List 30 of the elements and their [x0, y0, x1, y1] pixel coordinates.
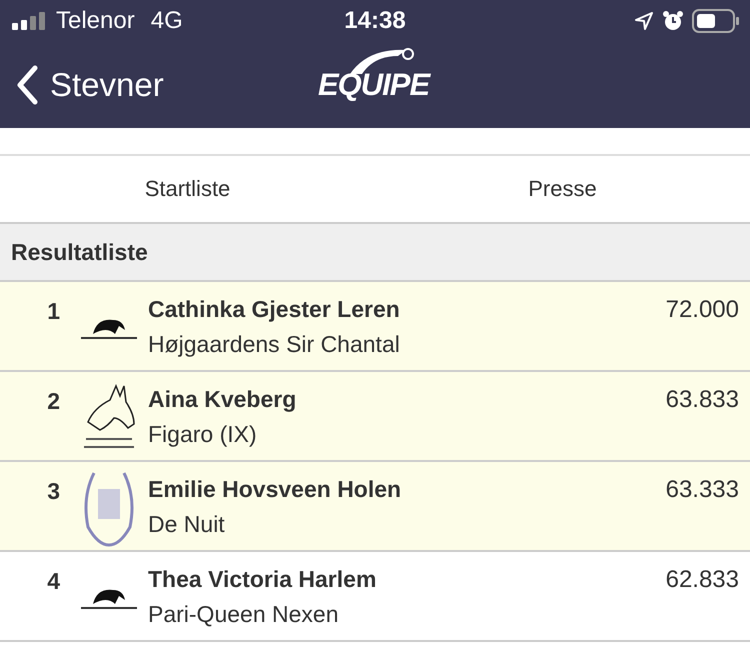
location-arrow-icon — [634, 11, 654, 31]
back-button[interactable]: Stevner — [0, 65, 164, 105]
rank-number: 1 — [47, 298, 60, 324]
result-row[interactable]: 3 Emilie Hovsveen Holen De Nuit 63.333 — [0, 462, 750, 552]
app-logo: EQUIPE — [318, 42, 436, 106]
chevron-left-icon — [16, 65, 38, 105]
score: 72.000 — [666, 296, 740, 324]
clock-time: 14:38 — [343, 7, 407, 35]
rider-name: Emilie Hovsveen Holen — [148, 476, 402, 503]
score: 63.833 — [666, 386, 740, 414]
rank-number: 4 — [47, 568, 60, 594]
horse-name: Pari-Queen Nexen — [148, 601, 340, 628]
rider-name: Thea Victoria Harlem — [148, 566, 378, 593]
horse-name: Højgaardens Sir Chantal — [148, 331, 401, 358]
result-row[interactable]: 1 Cathinka Gjester Leren Højgaardens Sir Chantal 72.000 — [0, 282, 750, 372]
rank-number: 2 — [47, 388, 60, 414]
horse-name: De Nuit — [148, 511, 226, 538]
section-title: Resultatliste — [11, 238, 148, 266]
horse-name: Figaro (IX) — [148, 421, 258, 448]
rider-name: Aina Kveberg — [148, 386, 298, 413]
result-row[interactable]: 2 Aina Kveberg Figaro (IX) 63.833 — [0, 372, 750, 462]
alarm-clock-icon — [662, 10, 684, 32]
score: 62.833 — [666, 566, 740, 594]
network-type: 4G — [150, 7, 183, 35]
rank-number: 3 — [47, 478, 60, 504]
carrier-name: Telenor — [56, 7, 135, 35]
score: 63.333 — [666, 476, 740, 504]
battery-icon — [692, 9, 740, 33]
rider-name: Cathinka Gjester Leren — [148, 296, 401, 323]
signal-icon — [12, 12, 48, 30]
